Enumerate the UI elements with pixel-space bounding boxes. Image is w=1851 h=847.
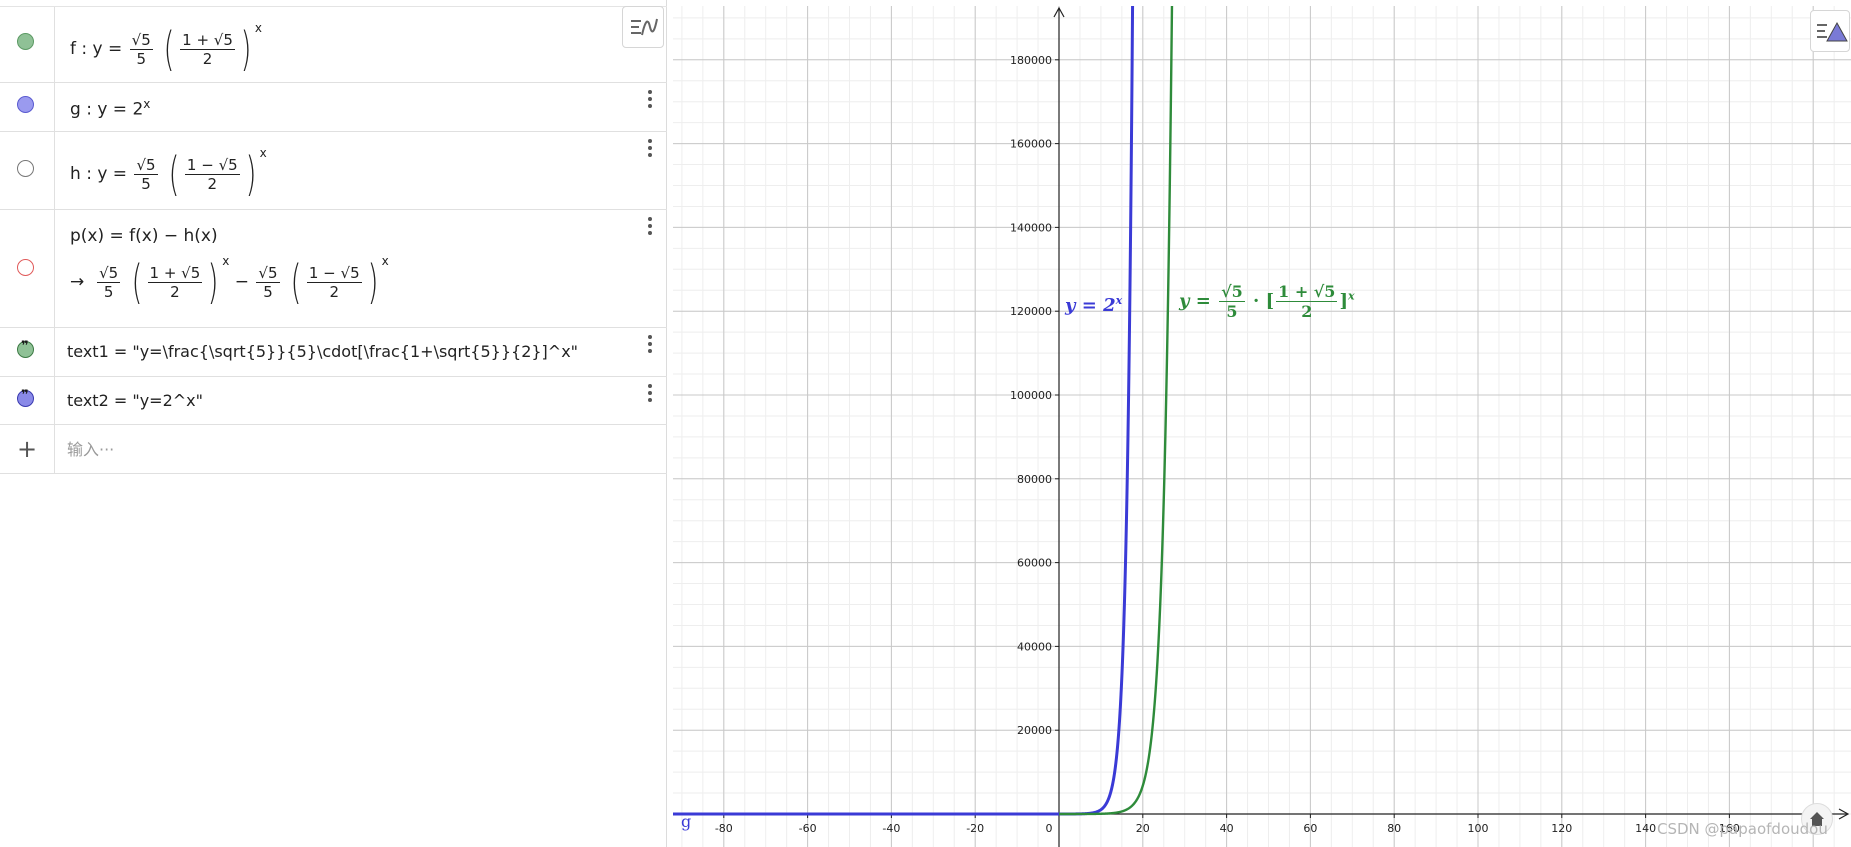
y-tick-label: 80000 [1017, 473, 1052, 486]
y-tick-label: 100000 [1010, 389, 1052, 402]
quote-icon[interactable]: ❞ [17, 339, 34, 358]
y-tick-label: 160000 [1010, 138, 1052, 151]
x-tick-label: -60 [799, 822, 817, 835]
more-options-icon[interactable] [642, 137, 658, 159]
y-tick-label: 20000 [1017, 724, 1052, 737]
minor-grid [673, 6, 1851, 847]
value-p: → √5 5 (1 + √5 2) x − √5 5 (1 − √5 2) x [70, 254, 389, 309]
plot-canvas[interactable]: -80 -60 -40 -20 0 20 40 60 80 100 120 140 1602000040… [673, 6, 1851, 847]
algebra-row-h[interactable]: h : y = √5 5 (1 − √5 2) x [0, 132, 667, 210]
more-options-icon[interactable] [642, 215, 658, 237]
text2-label[interactable]: y = 2x [1065, 294, 1122, 316]
x-tick-label: 60 [1303, 822, 1317, 835]
definition-p[interactable]: p(x) = f(x) − h(x) [70, 226, 218, 246]
algebra-row-f[interactable]: f : y = √5 5 (1 + √5 2) x [0, 7, 667, 83]
algebra-row-g[interactable]: g : y = 2x [0, 83, 667, 132]
x-tick-label: 20 [1136, 822, 1150, 835]
text1-label[interactable]: y = √5 5 · [1 + √5 2]x [1179, 282, 1355, 321]
definition-text1[interactable]: text1 = "y=\frac{\sqrt{5}}{5}\cdot[\frac… [67, 342, 578, 361]
quote-icon[interactable]: ❞ [17, 388, 34, 407]
watermark: CSDN @papaofdoudou [1657, 820, 1828, 838]
y-tick-label: 120000 [1010, 305, 1052, 318]
algebra-row-text2[interactable]: ❞ text2 = "y=2^x" [0, 377, 667, 425]
definition-f[interactable]: f : y = √5 5 (1 + √5 2) x [70, 21, 262, 72]
x-tick-label: 140 [1635, 822, 1656, 835]
curve-g[interactable] [673, 6, 1135, 816]
add-icon[interactable]: + [17, 435, 37, 463]
more-options-icon[interactable] [642, 382, 658, 404]
graphics-toggle-icon [1817, 21, 1848, 42]
definition-h[interactable]: h : y = √5 5 (1 − √5 2) x [70, 146, 267, 197]
x-tick-label: -20 [966, 822, 984, 835]
x-tick-label: 0 [1046, 822, 1053, 835]
tick-labels: -80 -60 -40 -20 0 20 40 60 80 100 120 140 1602000040… [715, 54, 1740, 835]
x-tick-label: -40 [882, 822, 900, 835]
algebra-style-bar-button[interactable] [622, 6, 664, 48]
y-tick-label: 60000 [1017, 557, 1052, 570]
x-tick-label: 100 [1468, 822, 1489, 835]
algebra-row-text1[interactable]: ❞ text1 = "y=\frac{\sqrt{5}}{5}\cdot[\fr… [0, 328, 667, 377]
y-tick-label: 180000 [1010, 54, 1052, 67]
algebra-view: f : y = √5 5 (1 + √5 2) x g : y = 2x h : y … [0, 0, 667, 847]
visibility-toggle-g[interactable] [17, 96, 34, 113]
algebra-toggle-icon [631, 18, 658, 36]
graphics-view[interactable]: -80 -60 -40 -20 0 20 40 60 80 100 120 140 160 20000 40… [673, 6, 1851, 847]
visibility-toggle-p[interactable] [17, 259, 34, 276]
y-tick-label: 40000 [1017, 640, 1052, 653]
axis-function-label-g: g [681, 812, 692, 831]
algebra-row-p[interactable]: p(x) = f(x) − h(x) → √5 5 (1 + √5 2) x − √5… [0, 210, 667, 328]
definition-text2[interactable]: text2 = "y=2^x" [67, 391, 203, 410]
x-tick-label: 80 [1387, 822, 1401, 835]
more-options-icon[interactable] [642, 88, 658, 110]
y-tick-label: 140000 [1010, 221, 1052, 234]
algebra-input-field[interactable]: 输入··· [67, 436, 114, 460]
visibility-toggle-h[interactable] [17, 160, 34, 177]
definition-g[interactable]: g : y = 2x [70, 97, 150, 120]
more-options-icon[interactable] [642, 333, 658, 355]
curve-f[interactable] [673, 6, 1174, 816]
visibility-toggle-f[interactable] [17, 33, 34, 50]
x-tick-label: -80 [715, 822, 733, 835]
graphics-style-bar-button[interactable] [1810, 10, 1850, 52]
x-tick-label: 40 [1220, 822, 1234, 835]
x-tick-label: 120 [1551, 822, 1572, 835]
